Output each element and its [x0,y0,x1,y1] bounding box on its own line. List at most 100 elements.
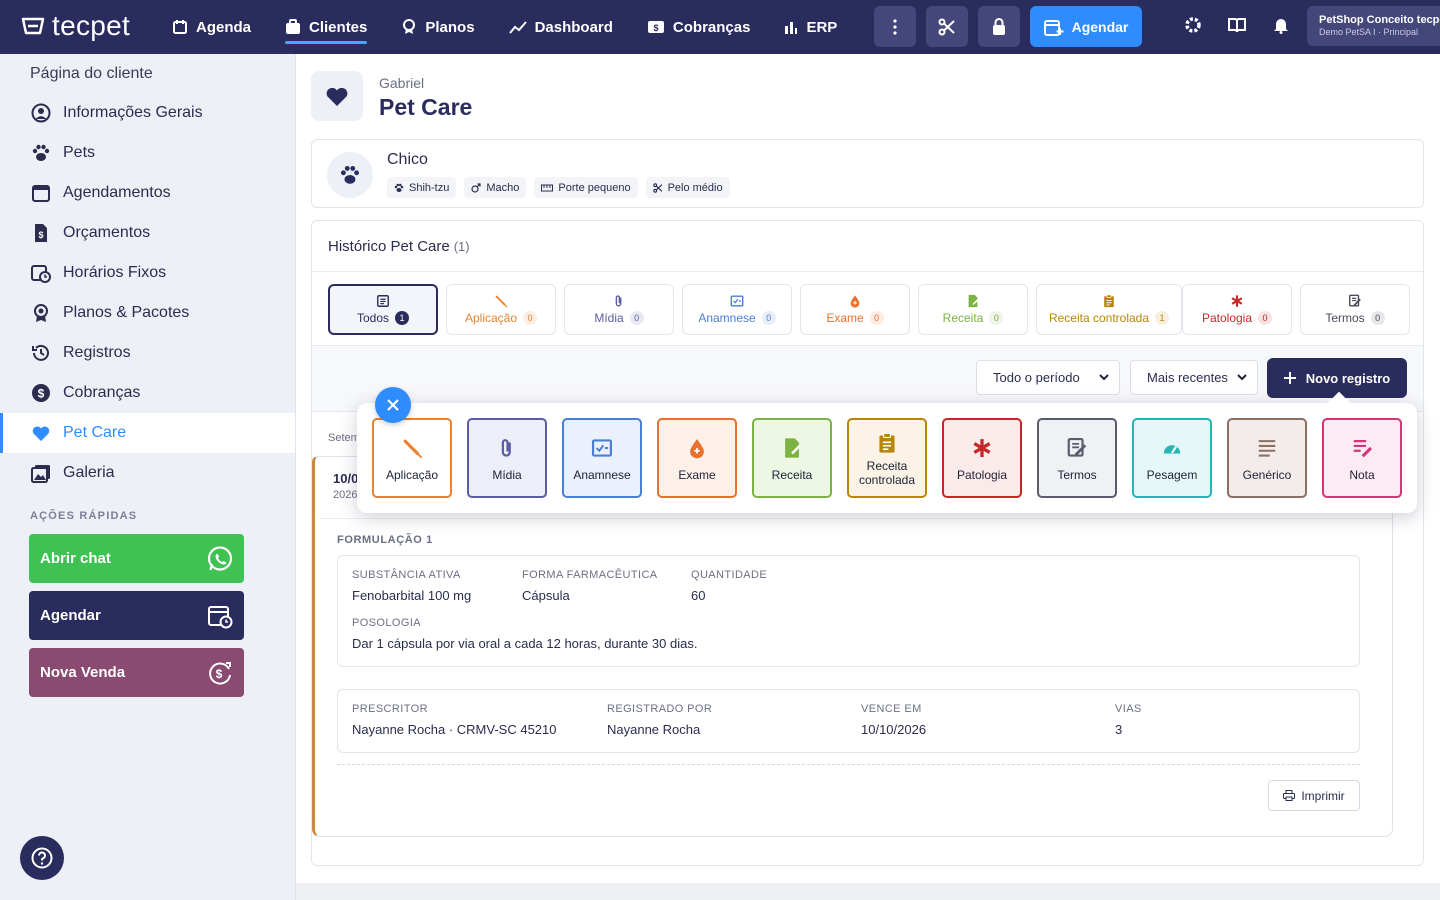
new-sale-button[interactable]: Nova Venda $ [29,648,244,697]
filter-tab-0[interactable]: Todos 1 [328,284,438,335]
nav-planos[interactable]: Planos [401,0,475,54]
brand-logo[interactable]: tecpet [20,10,130,42]
option-icon-wrap [1351,434,1373,462]
new-record-option-9[interactable]: Genérico [1227,418,1307,498]
new-record-option-5[interactable]: Receita controlada [847,418,927,498]
filter-label-row: Patologia 0 [1202,311,1273,325]
filter-tab-7[interactable]: Patologia 0 [1182,284,1292,335]
history-record[interactable]: 10/0 2026 FORMULAÇÃO 1 SUBSTÂNCIA ATIVA … [312,456,1393,837]
book-icon[interactable] [1227,16,1247,34]
option-label: Aplicação [385,468,439,482]
sidebar-item-informacoes[interactable]: Informações Gerais [0,93,295,133]
open-chat-button[interactable]: Abrir chat [29,534,244,583]
clipboard-icon [879,432,895,453]
period-value: Todo o período [993,370,1080,385]
new-record-label: Novo registro [1305,370,1391,386]
dollar-circle-icon: $ [32,384,50,402]
record-date: 10/0 [333,471,359,486]
nav-planos-label: Planos [425,18,475,36]
history-count: (1) [453,239,470,254]
filter-tab-4[interactable]: Exame 0 [800,284,910,335]
filter-tab-2[interactable]: Mídia 0 [564,284,674,335]
pet-tag-label: Porte pequeno [558,181,631,194]
nav-cobrancas[interactable]: $ Cobranças [647,0,750,54]
filter-label: Termos [1325,311,1365,325]
new-record-option-0[interactable]: Aplicação [372,418,452,498]
sidebar-item-galeria[interactable]: Galeria [0,453,295,493]
option-label: Anamnese [573,468,631,482]
nav-dashboard[interactable]: Dashboard [508,0,613,54]
new-record-popover: Aplicação Mídia Anamnese Exame Receita Receit… [357,403,1417,513]
sidebar-item-label: Galeria [63,464,115,481]
ruler-icon [541,184,554,191]
formulation-box: SUBSTÂNCIA ATIVA Fenobarbital 100 mg FOR… [337,555,1360,667]
svg-text:$: $ [216,667,223,681]
filter-tab-6[interactable]: Receita controlada 1 [1036,284,1182,335]
agendar-button[interactable]: Agendar [1030,6,1142,47]
filter-tab-3[interactable]: Anamnese 0 [682,284,792,335]
shop-selector[interactable]: PetShop Conceito tecpet Demo PetSA I · P… [1307,6,1440,46]
grooming-button[interactable] [926,6,968,47]
page-icon [311,71,363,121]
filter-tab-5[interactable]: Receita 0 [918,284,1028,335]
filter-label: Mídia [594,311,624,325]
nav-erp[interactable]: ERP [784,0,837,54]
print-button[interactable]: Imprimir [1268,780,1360,811]
new-record-option-10[interactable]: Nota [1322,418,1402,498]
sidebar-item-pet-care[interactable]: Pet Care [0,413,295,453]
top-navbar: tecpet Agenda Clientes Planos Dashboard … [0,0,1440,54]
new-record-option-1[interactable]: Mídia [467,418,547,498]
lock-button[interactable] [978,6,1020,47]
list-icon [377,295,389,307]
sidebar-item-label: Horários Fixos [63,264,167,281]
sidebar-item-cobrancas[interactable]: $ Cobranças [0,373,295,413]
sidebar-item-label: Cobranças [63,384,141,401]
new-record-option-7[interactable]: Termos [1037,418,1117,498]
order-select[interactable]: Mais recentes [1130,360,1258,395]
filter-label-row: Mídia 0 [594,311,644,325]
pet-tag-size: Porte pequeno [534,177,638,198]
sidebar-item-orcamentos[interactable]: $ Orçamentos [0,213,295,253]
new-sale-label: Nova Venda [40,664,126,681]
calendar-clock-icon [208,606,233,629]
divider [312,271,1423,272]
filter-count: 0 [1258,311,1273,325]
filter-count: 1 [395,311,410,325]
help-button[interactable] [20,836,64,880]
quick-agendar-button[interactable]: Agendar [29,591,244,640]
sidebar-item-planos[interactable]: Planos & Pacotes [0,293,295,333]
pet-card[interactable]: Chico Shih-tzu Macho Porte pequeno Pelo … [311,139,1424,208]
sidebar-item-agendamentos[interactable]: Agendamentos [0,173,295,213]
close-popover-button[interactable] [375,387,411,423]
nav-agenda[interactable]: Agenda [172,0,251,54]
gear-icon[interactable] [1184,16,1202,34]
record-meta-box: PRESCRITOR Nayanne Rocha · CRMV-SC 45210… [337,689,1360,753]
new-record-option-3[interactable]: Exame [657,418,737,498]
option-icon-wrap [1066,434,1088,462]
filter-tab-1[interactable]: Aplicação 0 [446,284,556,335]
sidebar-item-pets[interactable]: Pets [0,133,295,173]
option-label: Mídia [492,468,522,482]
bell-icon[interactable] [1273,16,1289,34]
period-select[interactable]: Todo o período [976,360,1120,395]
checklist-icon [591,439,613,457]
new-record-option-2[interactable]: Anamnese [562,418,642,498]
new-record-option-4[interactable]: Receita [752,418,832,498]
new-record-option-8[interactable]: Pesagem [1132,418,1212,498]
option-label: Termos [1057,468,1097,482]
history-panel: Histórico Pet Care (1) Todos 1 Aplicação 0 Mí… [311,220,1424,866]
svg-text:$: $ [38,387,45,401]
sidebar-item-registros[interactable]: Registros [0,333,295,373]
formulation-label: FORMULAÇÃO 1 [337,534,433,546]
asterisk-icon [973,439,991,457]
expires-label: VENCE EM [861,703,922,715]
blood-drop-icon [850,295,860,308]
new-record-option-6[interactable]: Patologia [942,418,1022,498]
svg-text:$: $ [653,23,658,33]
badge-icon [403,19,416,34]
sidebar-item-horarios[interactable]: Horários Fixos [0,253,295,293]
more-button[interactable] [874,6,916,47]
whatsapp-icon [207,546,233,571]
nav-clientes[interactable]: Clientes [285,0,368,54]
filter-tab-8[interactable]: Termos 0 [1300,284,1410,335]
